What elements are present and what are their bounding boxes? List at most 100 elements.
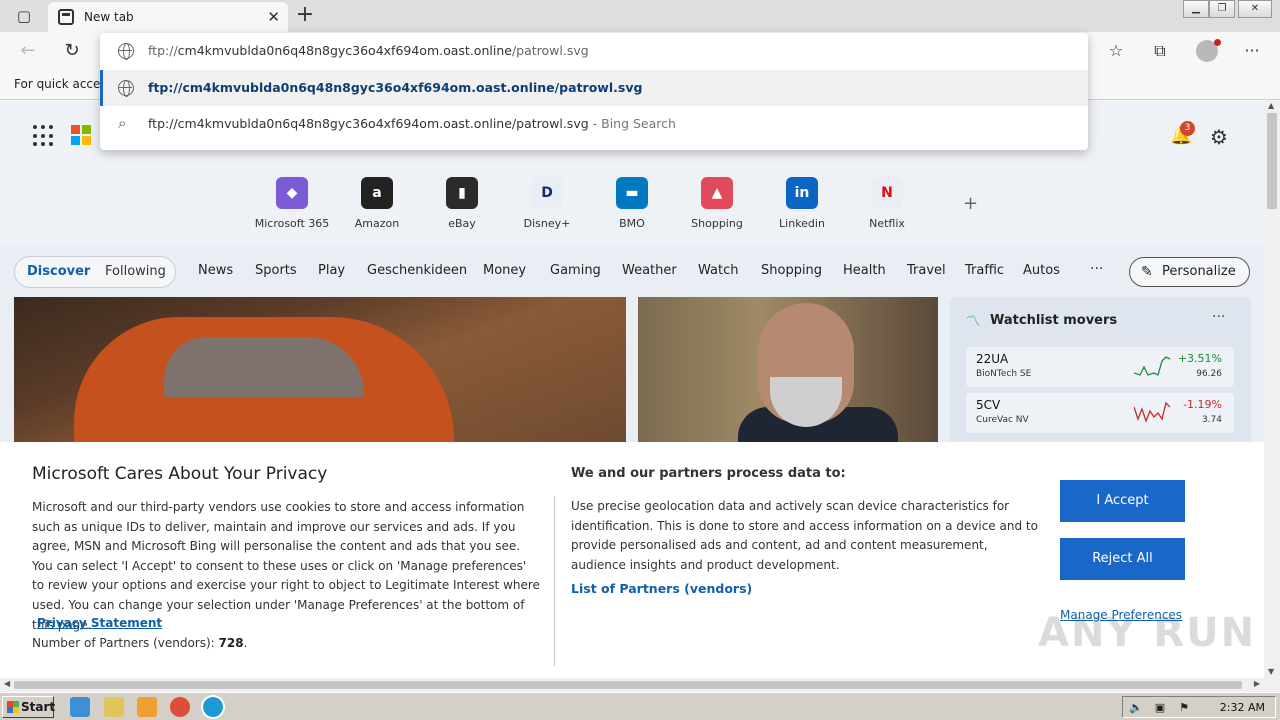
scroll-down-icon[interactable]: ▼ [1268, 667, 1274, 676]
partners-number: 728 [218, 636, 244, 650]
quick-link-netflix[interactable]: N Netflix [847, 177, 927, 230]
quick-link-label: Netflix [869, 217, 905, 230]
collections-icon[interactable]: ⧉ [1146, 38, 1174, 64]
apps-launcher-icon[interactable] [33, 125, 55, 147]
nav-link-traffic[interactable]: Traffic [965, 263, 1004, 278]
bing-search-hint: - Bing Search [588, 116, 676, 131]
quick-link-amazon[interactable]: a Amazon [337, 177, 417, 230]
globe-icon [118, 43, 134, 60]
address-input[interactable]: ftp://cm4kmvublda0n6q48n8gyc36o4xf694om.… [100, 33, 1088, 69]
tab-new-tab[interactable]: New tab ✕ [48, 2, 288, 32]
quick-link-shopping[interactable]: ▲ Shopping [677, 177, 757, 230]
volume-icon[interactable]: 🔈 [1129, 701, 1143, 715]
horizontal-scrollbar[interactable]: ◀ ▶ [0, 678, 1264, 692]
stock-change: -1.19% [1183, 398, 1222, 411]
nav-link-play[interactable]: Play [318, 263, 345, 278]
tab-title: New tab [84, 10, 134, 24]
internet-explorer-icon[interactable] [70, 697, 90, 717]
scroll-right-icon[interactable]: ▶ [1254, 679, 1260, 688]
linkedin-icon: in [786, 177, 818, 209]
tab-following[interactable]: Following [105, 264, 166, 279]
chrome-icon[interactable] [170, 697, 190, 717]
settings-menu-icon[interactable]: ··· [1238, 38, 1266, 64]
title-bar: ▢ New tab ✕ + ▁ ❐ ✕ [0, 0, 1280, 32]
tab-favicon-icon [58, 9, 74, 25]
suggestion-url[interactable]: ftp://cm4kmvublda0n6q48n8gyc36o4xf694om.… [100, 70, 1088, 106]
news-card-portrait-image[interactable] [638, 297, 938, 447]
tab-discover[interactable]: Discover [27, 264, 90, 279]
nav-link-shopping[interactable]: Shopping [761, 263, 822, 278]
close-window-button[interactable]: ✕ [1238, 0, 1272, 18]
manage-preferences-link[interactable]: Manage Preferences [1060, 608, 1182, 622]
system-tray: 🔈 ▣ ⚑ 2:32 AM [1122, 696, 1276, 718]
disney-icon: D [531, 177, 563, 209]
vertical-scrollbar[interactable]: ▲ ▼ [1264, 101, 1280, 678]
accept-button[interactable]: I Accept [1060, 480, 1185, 522]
profile-avatar[interactable] [1196, 39, 1221, 62]
network-icon[interactable]: ▣ [1153, 701, 1167, 715]
suggestion-search[interactable]: ⌕ ftp://cm4kmvublda0n6q48n8gyc36o4xf694o… [100, 106, 1088, 142]
flag-icon[interactable]: ⚑ [1177, 701, 1191, 715]
nav-link-news[interactable]: News [198, 263, 233, 278]
news-card-car-image[interactable] [14, 297, 626, 447]
nav-link-watch[interactable]: Watch [698, 263, 738, 278]
minimize-button[interactable]: ▁ [1183, 0, 1209, 18]
privacy-consent-banner: Microsoft Cares About Your Privacy Micro… [0, 442, 1264, 678]
nav-link-money[interactable]: Money [483, 263, 526, 278]
address-input-text[interactable]: ftp://cm4kmvublda0n6q48n8gyc36o4xf694om.… [148, 43, 589, 58]
nav-link-geschenkideen[interactable]: Geschenkideen [367, 263, 467, 278]
watchlist-more-button[interactable]: ··· [1212, 309, 1225, 325]
shopping-icon: ▲ [701, 177, 733, 209]
clock[interactable]: 2:32 AM [1220, 701, 1265, 714]
quick-link-microsoft-365[interactable]: ◆ Microsoft 365 [252, 177, 332, 230]
stock-row[interactable]: 22UA BioNTech SE +3.51% 96.26 [966, 347, 1234, 387]
vertical-scroll-thumb[interactable] [1267, 113, 1277, 209]
car-window-shape [164, 337, 364, 397]
tab-actions-icon[interactable]: ▢ [10, 4, 38, 28]
reject-all-button[interactable]: Reject All [1060, 538, 1185, 580]
nav-link-autos[interactable]: Autos [1023, 263, 1060, 278]
personalize-label: Personalize [1162, 264, 1236, 279]
media-player-icon[interactable] [137, 697, 157, 717]
stock-name: CureVac NV [976, 415, 1029, 425]
stock-change: +3.51% [1177, 352, 1222, 365]
nav-link-gaming[interactable]: Gaming [550, 263, 601, 278]
add-quick-link-icon[interactable]: + [963, 193, 978, 214]
scroll-up-icon[interactable]: ▲ [1268, 101, 1274, 110]
scroll-left-icon[interactable]: ◀ [4, 679, 10, 688]
quick-link-disney-[interactable]: D Disney+ [507, 177, 587, 230]
reload-button[interactable]: ↻ [58, 38, 86, 64]
microsoft-logo-icon [71, 125, 91, 145]
quick-link-ebay[interactable]: ▮ eBay [422, 177, 502, 230]
privacy-title: Microsoft Cares About Your Privacy [32, 464, 328, 484]
file-explorer-icon[interactable] [104, 697, 124, 717]
page-settings-gear-icon[interactable]: ⚙ [1210, 125, 1228, 149]
favorites-bar-text: For quick access [14, 77, 113, 91]
new-tab-button[interactable]: + [292, 4, 318, 28]
stock-row[interactable]: 5CV CureVac NV -1.19% 3.74 [966, 393, 1234, 433]
maximize-button[interactable]: ❐ [1209, 0, 1235, 18]
favorites-icon[interactable]: ☆ [1102, 38, 1130, 64]
quick-link-label: Linkedin [779, 217, 825, 230]
personalize-button[interactable]: ✎ Personalize [1129, 257, 1250, 287]
back-button[interactable]: ← [14, 38, 42, 64]
suggestion-search-text: ftp://cm4kmvublda0n6q48n8gyc36o4xf694om.… [148, 116, 676, 131]
start-button[interactable]: Start [2, 696, 55, 718]
quick-link-linkedin[interactable]: in Linkedin [762, 177, 842, 230]
windows-flag-icon [7, 701, 19, 713]
edge-icon[interactable] [201, 695, 225, 719]
address-host: cm4kmvublda0n6q48n8gyc36o4xf694om.oast.o… [177, 43, 512, 58]
vendors-list-link[interactable]: List of Partners (vendors) [571, 581, 752, 596]
nav-link-weather[interactable]: Weather [622, 263, 677, 278]
quick-link-bmo[interactable]: ▬ BMO [592, 177, 672, 230]
notification-badge: 3 [1180, 121, 1195, 136]
nav-link-health[interactable]: Health [843, 263, 886, 278]
tab-close-button[interactable]: ✕ [267, 8, 280, 26]
more-categories-button[interactable]: ··· [1090, 261, 1103, 277]
stock-price: 96.26 [1196, 369, 1222, 379]
horizontal-scroll-thumb[interactable] [14, 681, 1242, 689]
nav-link-sports[interactable]: Sports [255, 263, 297, 278]
privacy-statement-link[interactable]: Privacy Statement [37, 616, 162, 630]
netflix-icon: N [871, 177, 903, 209]
nav-link-travel[interactable]: Travel [907, 263, 946, 278]
